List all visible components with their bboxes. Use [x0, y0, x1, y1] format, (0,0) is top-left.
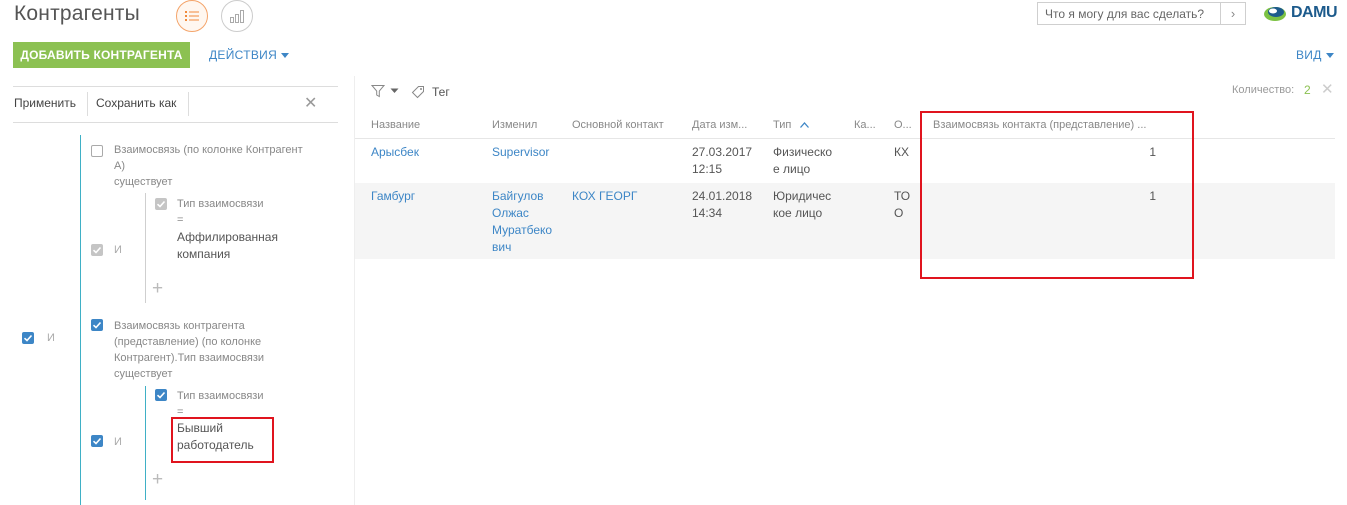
check-icon — [23, 334, 33, 342]
tag-icon — [411, 86, 424, 99]
row2-o: ТО О — [894, 189, 911, 220]
col-header-ka[interactable]: Ка... — [854, 119, 876, 131]
row2-contact-link[interactable]: КОХ ГЕОРГ — [572, 188, 637, 205]
check-icon — [92, 246, 102, 254]
search-placeholder: Что я могу для вас сделать? — [1045, 7, 1205, 21]
row2-modified-link[interactable]: Байгулов Олжас Муратбеко вич — [492, 188, 552, 256]
page-title: Контрагенты — [14, 2, 140, 25]
tag-button[interactable]: Тег — [410, 84, 450, 100]
analytics-view-button[interactable] — [221, 0, 253, 32]
tree-line — [80, 135, 81, 505]
caret-down-icon — [1325, 53, 1334, 59]
group2-and-checkbox[interactable] — [91, 435, 103, 447]
command-search-input[interactable]: Что я могу для вас сделать? › — [1037, 2, 1246, 25]
root-checkbox[interactable] — [22, 332, 34, 344]
sort-up-icon — [800, 122, 810, 128]
group2-cond-label: Тип взаимосвязи — [177, 390, 264, 402]
list-icon — [185, 11, 199, 21]
group1-cond-operator: = — [177, 214, 184, 226]
divider — [13, 122, 338, 123]
bar-chart-icon — [230, 9, 244, 23]
col-header-date[interactable]: Дата изм... — [692, 119, 747, 131]
row2-type: Юридичес кое лицо — [773, 189, 832, 220]
row2-name-link[interactable]: Гамбург — [371, 188, 415, 205]
row1-name-link[interactable]: Арысбек — [371, 144, 419, 161]
view-label: ВИД — [1296, 48, 1322, 62]
root-and-label: И — [47, 332, 55, 344]
group2-cond-checkbox[interactable] — [155, 389, 167, 401]
caret-down-icon — [390, 88, 399, 93]
save-as-button[interactable]: Сохранить как — [96, 96, 176, 110]
logo-text: DAMU — [1291, 4, 1338, 21]
chevron-right-icon[interactable]: › — [1220, 3, 1245, 24]
group1-cond-checkbox[interactable] — [155, 198, 167, 210]
col-header-name[interactable]: Название — [371, 119, 420, 131]
group1-cond-value[interactable]: Аффилированная компания — [177, 229, 278, 263]
count-value: 2 — [1304, 83, 1311, 97]
tree-line — [145, 193, 146, 303]
add-condition-icon[interactable]: + — [152, 469, 163, 491]
row1-o: КХ — [894, 145, 909, 159]
tag-label: Тег — [432, 85, 450, 99]
apply-filter-button[interactable]: Применить — [14, 96, 76, 110]
company-logo: DAMU — [1263, 2, 1338, 24]
divider — [188, 92, 189, 116]
check-icon — [156, 391, 166, 399]
panel-divider — [354, 76, 355, 505]
logo-mark-icon — [1264, 7, 1286, 21]
list-view-button[interactable] — [176, 0, 208, 32]
add-condition-icon[interactable]: + — [152, 278, 163, 300]
group1-and-checkbox[interactable] — [91, 244, 103, 256]
check-icon — [92, 437, 102, 445]
caret-down-icon — [281, 53, 290, 59]
view-menu[interactable]: ВИД — [1296, 48, 1334, 62]
filter-icon — [371, 85, 385, 98]
divider — [87, 92, 88, 116]
row2-date: 24.01.2018 14:34 — [692, 189, 753, 220]
add-counterparty-button[interactable]: ДОБАВИТЬ КОНТРАГЕНТА — [13, 42, 190, 68]
divider — [13, 86, 338, 87]
highlight-box — [920, 111, 1194, 279]
col-header-type[interactable]: Тип — [773, 119, 810, 131]
check-icon — [156, 200, 166, 208]
col-header-contact[interactable]: Основной контакт — [572, 119, 664, 131]
row1-modified-link[interactable]: Supervisor — [492, 144, 549, 161]
close-icon[interactable]: ✕ — [1321, 80, 1334, 98]
filter-toggle[interactable] — [371, 84, 399, 98]
actions-label: ДЕЙСТВИЯ — [209, 48, 278, 62]
row1-type: Физическо е лицо — [773, 145, 833, 176]
highlight-box — [171, 417, 274, 463]
check-icon — [92, 321, 102, 329]
close-icon[interactable]: ✕ — [304, 93, 317, 113]
tree-line — [145, 386, 146, 500]
row1-date: 27.03.2017 12:15 — [692, 145, 753, 176]
group1-cond-label: Тип взаимосвязи — [177, 198, 264, 210]
count-label: Количество: — [1232, 84, 1295, 96]
group1-and-label: И — [114, 244, 122, 256]
group1-condition[interactable]: Взаимосвязь (по колонке Контрагент А) су… — [114, 142, 324, 190]
group2-and-label: И — [114, 436, 122, 448]
group1-checkbox[interactable] — [91, 145, 103, 157]
actions-menu[interactable]: ДЕЙСТВИЯ — [209, 48, 290, 62]
group2-condition[interactable]: Взаимосвязь контрагента (представление) … — [114, 318, 324, 382]
group2-checkbox[interactable] — [91, 319, 103, 331]
col-header-modified-by[interactable]: Изменил — [492, 119, 537, 131]
col-header-o[interactable]: О... — [894, 119, 912, 131]
